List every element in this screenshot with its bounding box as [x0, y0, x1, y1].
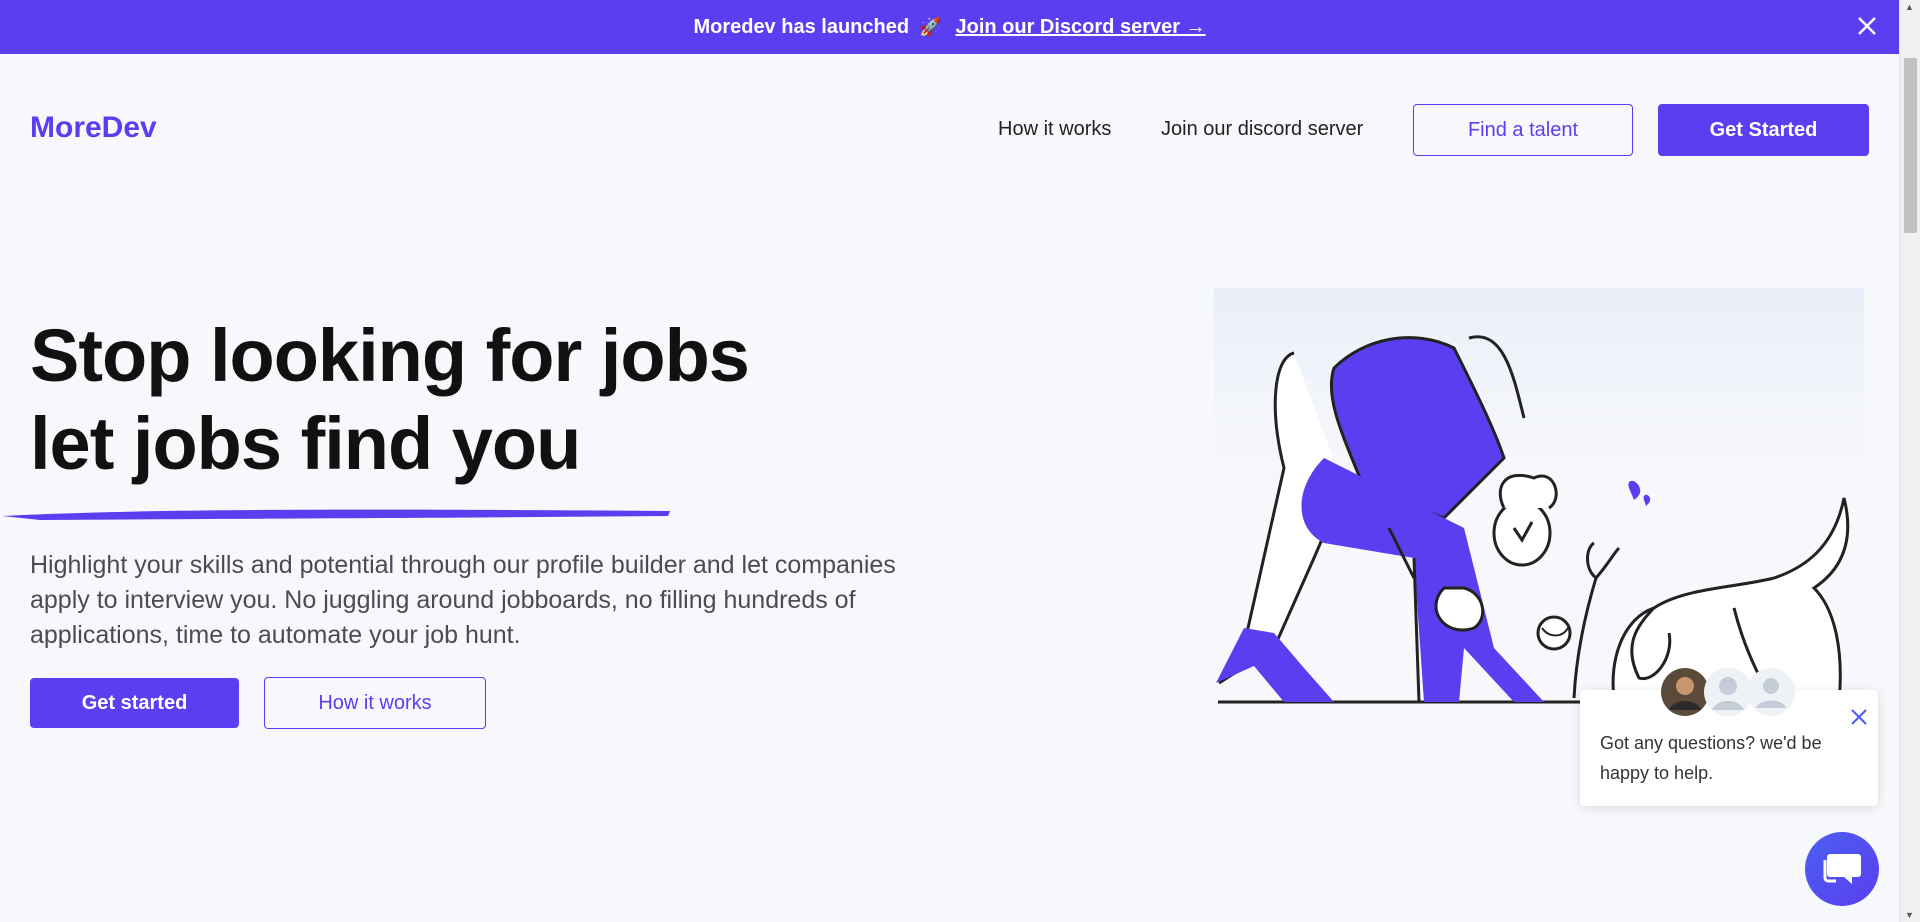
nav-discord-server[interactable]: Join our discord server [1161, 118, 1363, 141]
find-talent-button[interactable]: Find a talent [1413, 104, 1633, 156]
how-it-works-button[interactable]: How it works [264, 677, 486, 729]
chat-icon [1823, 854, 1861, 884]
get-started-button[interactable]: Get started [30, 678, 239, 728]
page-scrollbar[interactable]: ▲ ▼ [1899, 0, 1920, 922]
get-started-header-button[interactable]: Get Started [1658, 104, 1869, 156]
hero-title: Stop looking for jobs let jobs find you [30, 312, 750, 488]
hero-title-line2: let jobs find you [30, 402, 581, 485]
announcement-banner: Moredev has launched 🚀 Join our Discord … [0, 0, 1899, 54]
close-icon[interactable] [1848, 706, 1870, 728]
scrollbar-thumb[interactable] [1904, 58, 1917, 233]
title-underline-stroke [2, 509, 670, 520]
support-avatars [1661, 668, 1795, 716]
rocket-icon: 🚀 [919, 16, 942, 37]
chat-launcher-button[interactable] [1805, 832, 1879, 906]
close-icon[interactable] [1853, 12, 1881, 40]
scroll-down-icon[interactable]: ▼ [1905, 910, 1914, 920]
hero-description: Highlight your skills and potential thro… [30, 551, 896, 649]
nav-how-it-works[interactable]: How it works [998, 118, 1111, 141]
logo[interactable]: MoreDev [30, 111, 157, 145]
hero-title-line1: Stop looking for jobs [30, 314, 750, 397]
discord-banner-link[interactable]: Join our Discord server → [955, 16, 1205, 39]
banner-text: Moredev has launched [693, 15, 910, 38]
chat-message: Got any questions? we'd be happy to help… [1600, 733, 1822, 783]
scroll-up-icon[interactable]: ▲ [1905, 2, 1914, 12]
hero-illustration [1214, 288, 1864, 704]
